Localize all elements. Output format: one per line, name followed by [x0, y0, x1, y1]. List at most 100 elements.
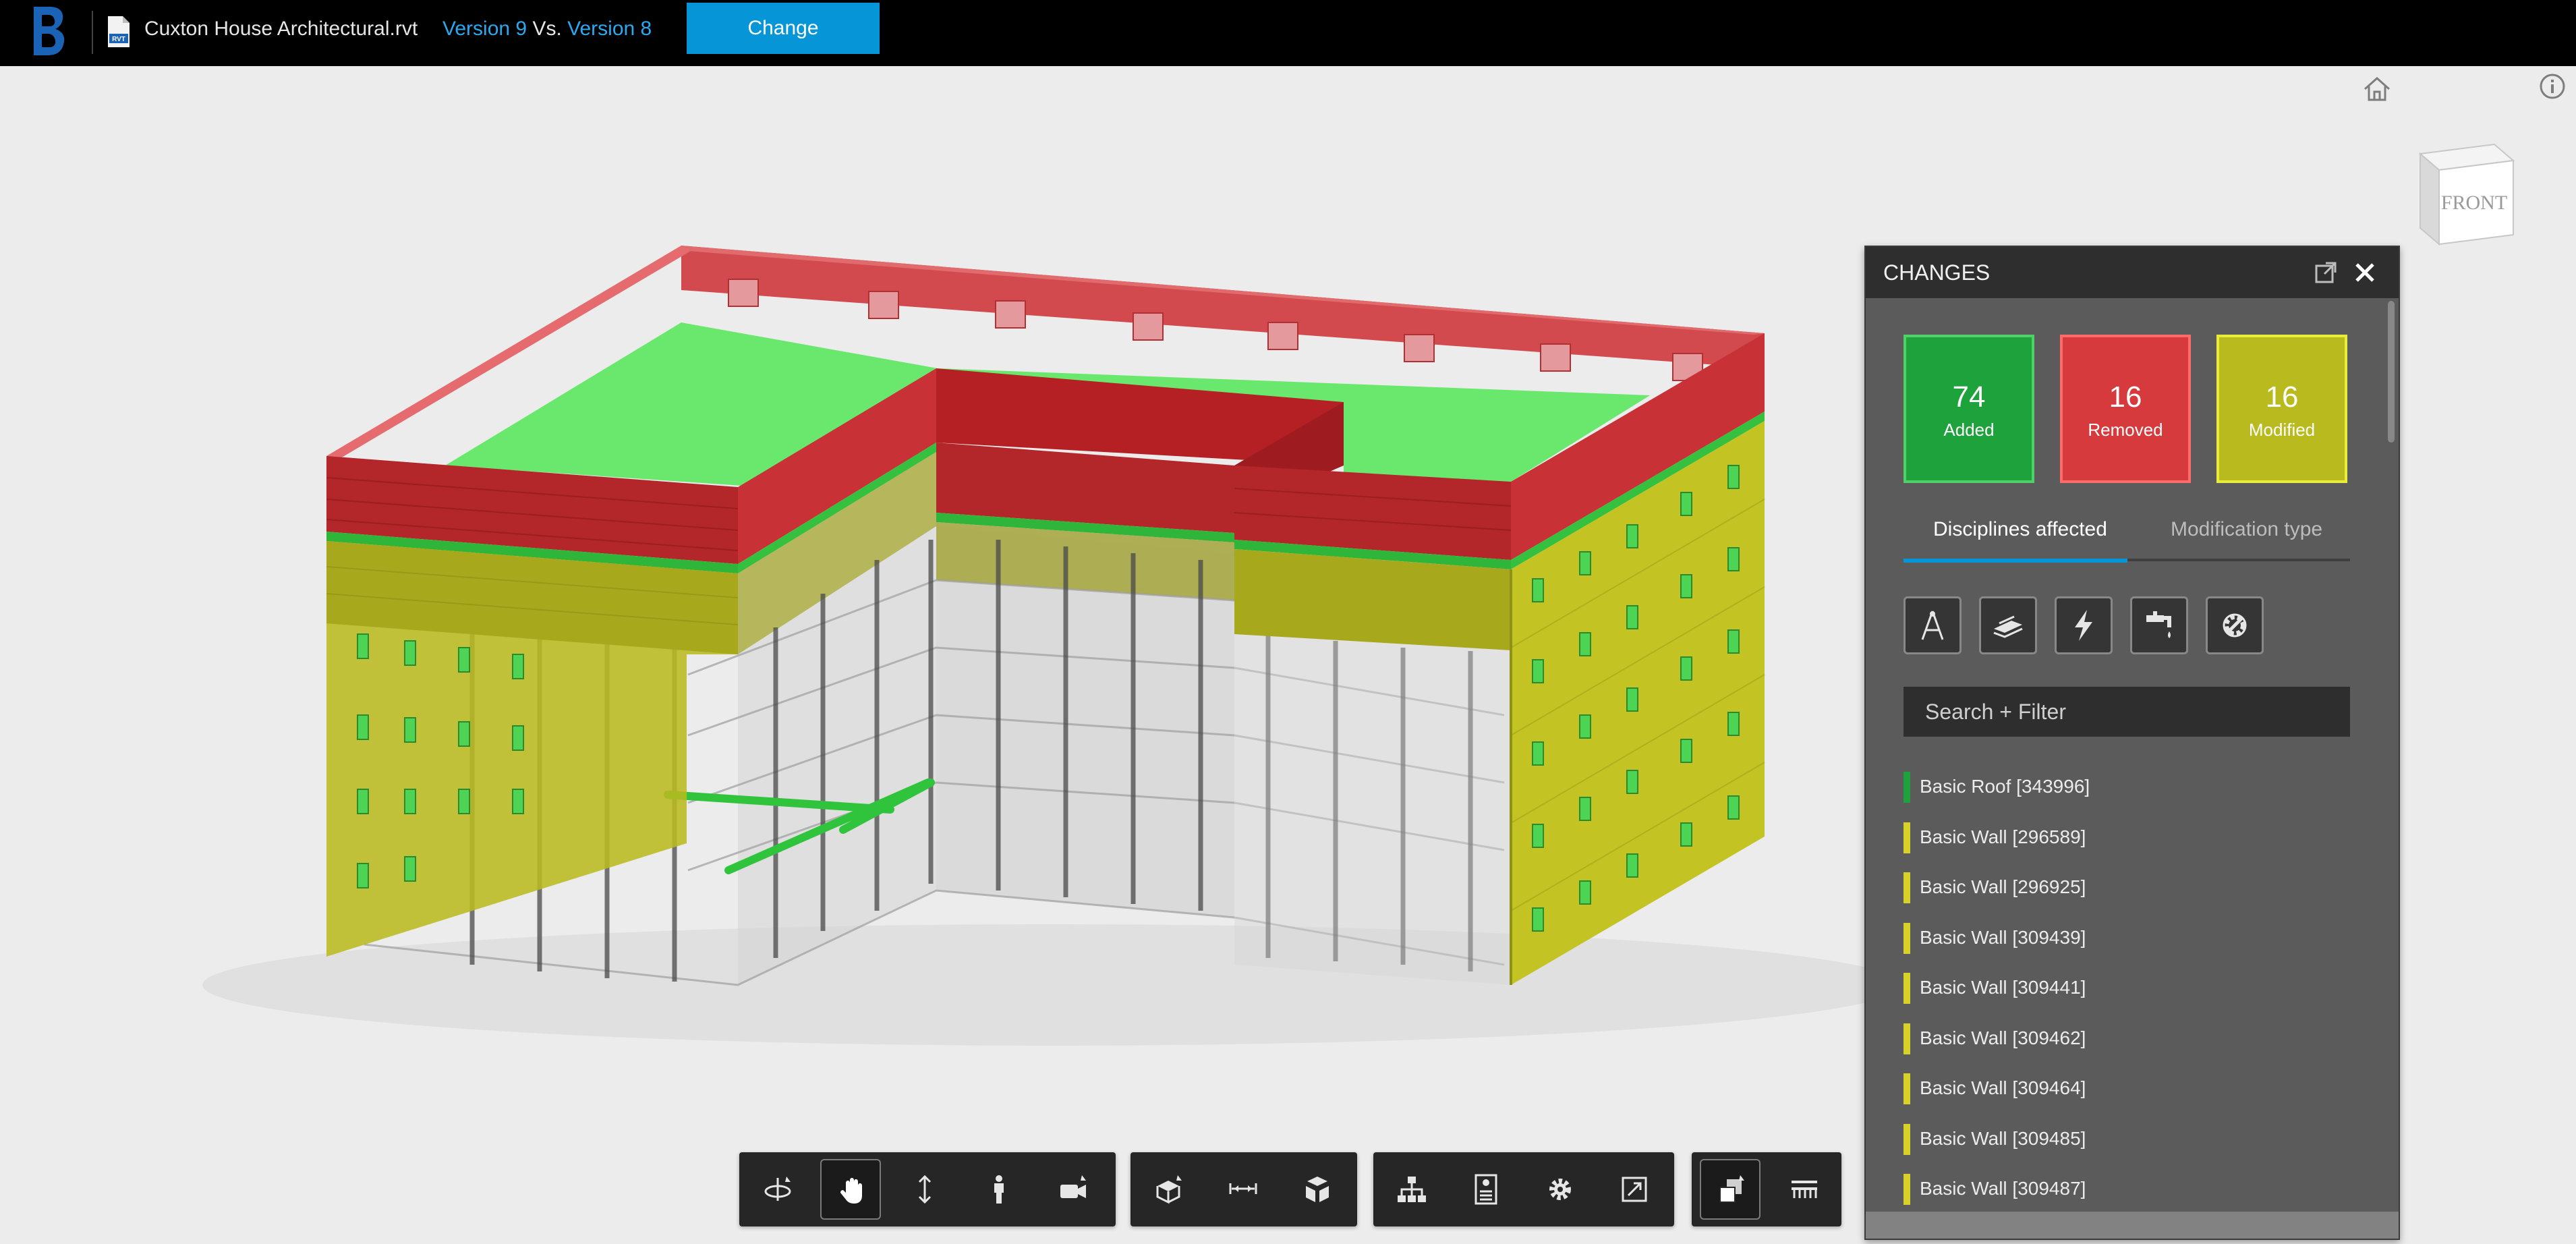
modified-status-marker [1904, 1123, 1910, 1155]
model-browser-button[interactable] [1381, 1159, 1442, 1220]
orbit-icon [764, 1177, 791, 1201]
version-comparison: Version 9 Vs. Version 8 [442, 15, 652, 43]
added-count: 74 [1952, 380, 1986, 414]
compare-toolbar-group [1692, 1152, 1841, 1226]
levels-icon [1792, 1181, 1817, 1198]
list-item-label: Basic Roof [343996] [1920, 776, 2090, 797]
current-version-link[interactable]: Version 9 [442, 18, 527, 40]
changes-panel: CHANGES 74 Added 16 Removed 16 Modified … [1864, 246, 2400, 1240]
view-cube-label: FRONT [2441, 192, 2507, 214]
tools-toolbar-group [1130, 1152, 1357, 1226]
discipline-filter-mechanical[interactable] [2206, 596, 2264, 654]
modified-status-marker [1904, 822, 1910, 853]
fullscreen-button[interactable] [1604, 1159, 1665, 1220]
modified-status-marker [1904, 1174, 1910, 1205]
vs-label: Vs. [532, 18, 562, 40]
camera-icon [1060, 1175, 1086, 1198]
file-name: Cuxton House Architectural.rvt [144, 18, 418, 40]
section-box-button[interactable] [1139, 1159, 1199, 1220]
view-cube[interactable]: FRONT [2407, 134, 2527, 254]
panel-scrollbar[interactable] [2388, 301, 2395, 1239]
properties-button[interactable] [1456, 1159, 1516, 1220]
list-item[interactable]: Basic Wall [309464] [1904, 1068, 2350, 1119]
list-item[interactable]: Basic Wall [309485] [1904, 1119, 2350, 1169]
navigation-toolbar-group [739, 1152, 1116, 1226]
first-person-button[interactable] [969, 1159, 1029, 1220]
tab-modification-type[interactable]: Modification type [2171, 518, 2322, 541]
bim-logo-icon[interactable] [30, 4, 70, 58]
mechanical-icon [2223, 613, 2247, 638]
modified-count-card[interactable]: 16 Modified [2216, 335, 2347, 483]
added-status-marker [1904, 772, 1910, 803]
3d-viewport[interactable]: FRONT CHANGES 74 Added 16 Removed 16 Mod… [0, 66, 2576, 1244]
list-item[interactable]: Basic Wall [309439] [1904, 917, 2350, 968]
modified-count: 16 [2265, 380, 2299, 414]
fullscreen-icon [1622, 1177, 1647, 1202]
compare-icon [1719, 1175, 1744, 1203]
panel-footer [1866, 1212, 2399, 1239]
orbit-button[interactable] [747, 1159, 808, 1220]
electrical-icon [2075, 610, 2092, 641]
added-count-card[interactable]: 74 Added [1904, 335, 2034, 483]
pan-button[interactable] [820, 1159, 881, 1220]
svg-text:RVT: RVT [112, 36, 125, 43]
list-item[interactable]: Basic Wall [296589] [1904, 817, 2350, 868]
change-version-button[interactable]: Change [687, 3, 880, 54]
list-item-label: Basic Wall [309462] [1920, 1027, 2086, 1048]
discipline-filter-plumbing[interactable] [2130, 596, 2188, 654]
app-header: RVT Cuxton House Architectural.rvt Versi… [0, 0, 2576, 66]
list-item[interactable]: Basic Wall [309462] [1904, 1018, 2350, 1069]
compare-version-link[interactable]: Version 8 [567, 18, 652, 40]
pan-icon [840, 1178, 862, 1204]
removed-count-card[interactable]: 16 Removed [2060, 335, 2191, 483]
home-icon[interactable] [2361, 73, 2393, 105]
zoom-icon [918, 1175, 932, 1204]
discipline-filter-architecture[interactable] [1904, 596, 1962, 654]
compare-button[interactable] [1700, 1159, 1761, 1220]
model-browser-icon [1398, 1177, 1426, 1202]
measure-button[interactable] [1213, 1159, 1273, 1220]
search-filter-input[interactable] [1904, 687, 2350, 737]
popout-icon[interactable] [2314, 260, 2338, 285]
modified-status-marker [1904, 872, 1910, 903]
removed-label: Removed [2088, 420, 2163, 440]
discipline-filter-electrical[interactable] [2055, 596, 2113, 654]
modified-status-marker [1904, 973, 1910, 1004]
info-icon[interactable] [2539, 73, 2566, 100]
list-item-label: Basic Wall [309439] [1920, 926, 2086, 948]
structure-icon [1993, 615, 2023, 638]
settings-button[interactable] [1530, 1159, 1591, 1220]
removed-count: 16 [2109, 380, 2142, 414]
header-divider [92, 11, 93, 54]
added-label: Added [1943, 420, 1995, 440]
list-item-label: Basic Wall [309487] [1920, 1178, 2086, 1199]
model-toolbar-group [1373, 1152, 1674, 1226]
discipline-filter-structure[interactable] [1979, 596, 2037, 654]
tab-disciplines-affected[interactable]: Disciplines affected [1933, 518, 2107, 541]
zoom-button[interactable] [894, 1159, 955, 1220]
active-tab-indicator [1904, 559, 2127, 563]
modified-label: Modified [2248, 420, 2316, 440]
panel-title: CHANGES [1883, 260, 1991, 285]
close-icon[interactable] [2353, 260, 2377, 285]
plumbing-icon [2146, 611, 2171, 638]
explode-button[interactable] [1287, 1159, 1348, 1220]
change-list: Basic Roof [343996] Basic Wall [296589] … [1904, 766, 2350, 1219]
list-item-label: Basic Wall [296589] [1920, 826, 2086, 847]
architecture-icon [1921, 611, 1944, 640]
measure-icon [1229, 1183, 1257, 1194]
list-item-label: Basic Wall [309464] [1920, 1077, 2086, 1098]
modified-status-marker [1904, 922, 1910, 954]
panel-header: CHANGES [1866, 247, 2399, 298]
camera-button[interactable] [1043, 1159, 1104, 1220]
list-item-label: Basic Wall [309441] [1920, 977, 2086, 998]
properties-icon [1475, 1174, 1497, 1205]
modified-status-marker [1904, 1023, 1910, 1054]
modified-status-marker [1904, 1073, 1910, 1104]
list-item[interactable]: Basic Roof [343996] [1904, 766, 2350, 817]
levels-button[interactable] [1774, 1159, 1835, 1220]
list-item-label: Basic Wall [296925] [1920, 876, 2086, 897]
list-item[interactable]: Basic Wall [309441] [1904, 967, 2350, 1018]
first-person-icon [994, 1175, 1004, 1204]
list-item[interactable]: Basic Wall [296925] [1904, 867, 2350, 917]
